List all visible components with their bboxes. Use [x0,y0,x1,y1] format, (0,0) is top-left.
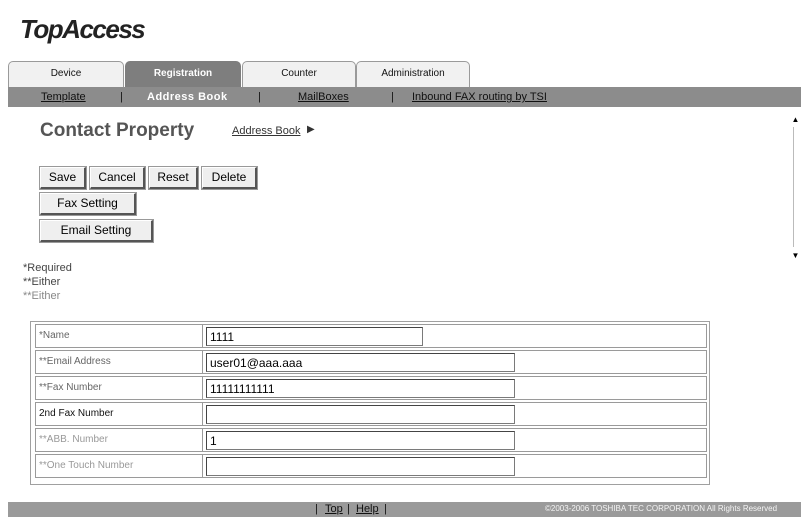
contact-property-form: *Name **Email Address **Fax Number 2nd F… [30,321,710,485]
tab-administration[interactable]: Administration [356,61,470,87]
subnav-template-link[interactable]: Template [41,91,86,103]
email-address-label: **Email Address [35,350,203,374]
main-tab-bar: Device Registration Counter Administrati… [8,61,801,87]
vertical-scrollbar[interactable]: ▲ ▼ [790,115,801,261]
fax-value-cell [203,376,707,400]
name-label: *Name [35,324,203,348]
tab-counter[interactable]: Counter [242,61,356,87]
either-note-secondary: **Either [23,290,61,302]
tab-device[interactable]: Device [8,61,124,87]
form-row-2nd-fax: 2nd Fax Number [35,402,707,426]
subnav-separator: | [391,91,394,103]
fax-setting-button[interactable]: Fax Setting [39,192,137,216]
copyright-text: ©2003-2006 TOSHIBA TEC CORPORATION All R… [545,504,778,513]
form-row-fax: **Fax Number [35,376,707,400]
footer-separator: | [315,503,318,515]
email-value-cell [203,350,707,374]
form-row-name: *Name [35,324,707,348]
delete-button[interactable]: Delete [201,166,258,190]
footer-separator: | [347,503,350,515]
subnav-inbound-fax-routing-link[interactable]: Inbound FAX routing by TSI [412,91,547,103]
tab-registration[interactable]: Registration [125,61,241,87]
form-row-one-touch: **One Touch Number [35,454,707,478]
abb-value-cell [203,428,707,452]
either-note: **Either [23,276,61,288]
page-title: Contact Property [40,120,195,141]
footer-help-link[interactable]: Help [356,503,379,515]
scroll-down-arrow-icon[interactable]: ▼ [791,251,800,261]
required-note: *Required [23,262,72,274]
sub-navigation-bar: Template | Address Book | MailBoxes | In… [8,87,801,107]
form-row-email: **Email Address [35,350,707,374]
abb-number-label: **ABB. Number [35,428,203,452]
subnav-separator: | [120,91,123,103]
breadcrumb-address-book-link[interactable]: Address Book [232,125,300,137]
page-left-margin [0,0,8,517]
second-fax-number-label: 2nd Fax Number [35,402,203,426]
footer-bar: | Top | Help | ©2003-2006 TOSHIBA TEC CO… [8,502,801,517]
one-touch-number-label: **One Touch Number [35,454,203,478]
scrollbar-track[interactable] [793,127,799,247]
abb-number-input[interactable] [206,431,515,450]
name-input[interactable] [206,327,423,346]
reset-button[interactable]: Reset [148,166,199,190]
footer-separator: | [384,503,387,515]
cancel-button[interactable]: Cancel [89,166,146,190]
topaccess-logo: TopAccess [20,14,146,44]
name-value-cell [203,324,707,348]
save-button[interactable]: Save [39,166,87,190]
breadcrumb-arrow-icon: ▶ [307,124,315,135]
second-fax-value-cell [203,402,707,426]
second-fax-number-input[interactable] [206,405,515,424]
form-row-abb: **ABB. Number [35,428,707,452]
footer-top-link[interactable]: Top [325,503,343,515]
subnav-address-book-current[interactable]: Address Book [147,91,228,103]
one-touch-value-cell [203,454,707,478]
scroll-up-arrow-icon[interactable]: ▲ [791,115,800,125]
one-touch-number-input[interactable] [206,457,515,476]
email-address-input[interactable] [206,353,515,372]
subnav-separator: | [258,91,261,103]
subnav-mailboxes-link[interactable]: MailBoxes [298,91,349,103]
fax-number-label: **Fax Number [35,376,203,400]
email-setting-button[interactable]: Email Setting [39,219,154,243]
fax-number-input[interactable] [206,379,515,398]
